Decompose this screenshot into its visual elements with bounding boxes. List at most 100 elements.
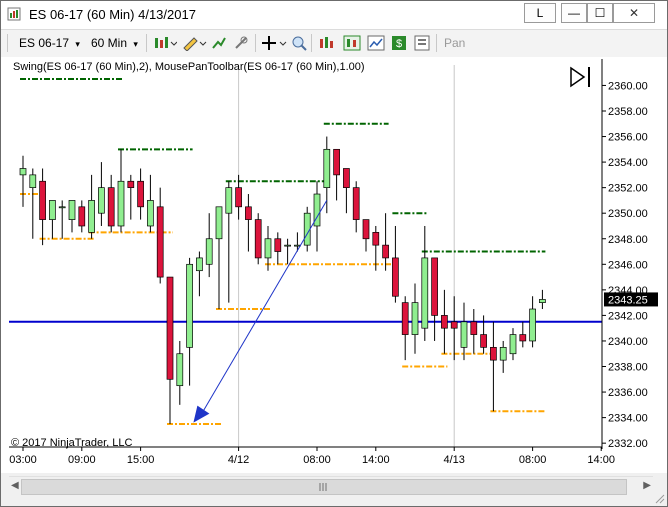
price-tick-label: 2354.00 bbox=[608, 157, 648, 169]
attach-icon[interactable] bbox=[233, 35, 249, 51]
mouse-pan-toggle-icon[interactable] bbox=[567, 65, 593, 89]
toolbar-separator bbox=[146, 34, 147, 52]
candle-body[interactable] bbox=[519, 334, 527, 342]
strategies-icon[interactable] bbox=[318, 35, 336, 51]
candle-body[interactable] bbox=[509, 334, 517, 355]
candle-body[interactable] bbox=[58, 206, 66, 209]
title-bar[interactable]: ES 06-17 (60 Min) 4/13/2017 L — ☐ ✕ bbox=[1, 1, 667, 29]
candle-body[interactable] bbox=[421, 257, 429, 329]
pan-button[interactable]: Pan bbox=[444, 35, 465, 51]
candle-body[interactable] bbox=[166, 276, 174, 380]
time-tick-label: 08:00 bbox=[303, 454, 331, 466]
crosshair-icon[interactable] bbox=[261, 35, 287, 51]
properties-icon[interactable] bbox=[413, 35, 431, 51]
candle-body[interactable] bbox=[539, 299, 546, 303]
price-tick-label: 2342.00 bbox=[608, 310, 648, 322]
indicator-icon[interactable] bbox=[211, 35, 227, 51]
candle-body[interactable] bbox=[441, 315, 448, 329]
price-chart[interactable]: 2332.00 2334.00 2336.00 2338.00 2340.00 2342.… bbox=[1, 57, 667, 473]
candle-body[interactable] bbox=[382, 244, 389, 259]
candle-body[interactable] bbox=[450, 321, 458, 329]
candle-body[interactable] bbox=[68, 200, 76, 220]
time-tick-label: 15:00 bbox=[127, 454, 155, 466]
scroll-left-icon[interactable]: ◀ bbox=[11, 480, 19, 491]
candle-body[interactable] bbox=[245, 206, 252, 220]
candle-body[interactable] bbox=[235, 187, 242, 208]
candle-body[interactable] bbox=[176, 353, 184, 387]
scroll-right-icon[interactable]: ▶ bbox=[643, 480, 651, 491]
link-button[interactable]: L bbox=[524, 3, 556, 23]
maximize-button[interactable]: ☐ bbox=[587, 3, 613, 23]
zoom-icon[interactable] bbox=[291, 35, 307, 51]
dollar-icon[interactable]: $ bbox=[390, 35, 408, 51]
interval-selector[interactable]: 60 Min ▾ bbox=[91, 35, 138, 51]
candle-body[interactable] bbox=[490, 346, 497, 361]
horizontal-scrollbar[interactable]: ◀ ▶ bbox=[9, 476, 653, 497]
instrument-selector[interactable]: ES 06-17 ▾ bbox=[19, 35, 80, 51]
candle-body[interactable] bbox=[147, 200, 154, 227]
price-tick-label: 2350.00 bbox=[608, 208, 648, 220]
toolbar-separator bbox=[436, 34, 437, 52]
candle-body[interactable] bbox=[39, 180, 46, 220]
candle-body[interactable] bbox=[323, 148, 331, 188]
draw-pencil-icon[interactable] bbox=[181, 35, 207, 51]
candle-body[interactable] bbox=[225, 187, 233, 214]
minimize-button[interactable]: — bbox=[561, 3, 587, 23]
candle-body[interactable] bbox=[274, 238, 282, 252]
candle-body[interactable] bbox=[88, 200, 95, 233]
candle-body[interactable] bbox=[411, 302, 419, 335]
candle-body[interactable] bbox=[333, 148, 340, 176]
candle-body[interactable] bbox=[215, 206, 223, 240]
toolbar-separator bbox=[255, 34, 256, 52]
candle-body[interactable] bbox=[78, 206, 86, 227]
candle-body[interactable] bbox=[49, 200, 56, 220]
candle-body[interactable] bbox=[303, 212, 311, 246]
candle-body[interactable] bbox=[480, 334, 487, 348]
candle-body[interactable] bbox=[372, 232, 380, 246]
candle-body[interactable] bbox=[156, 206, 164, 278]
candle-body[interactable] bbox=[186, 263, 193, 348]
candle-body[interactable] bbox=[392, 257, 399, 297]
instrument-label: ES 06-17 bbox=[19, 36, 70, 50]
app-icon bbox=[7, 7, 21, 21]
candle-body[interactable] bbox=[29, 174, 37, 188]
plot-area[interactable] bbox=[9, 65, 602, 447]
price-tick-label: 2332.00 bbox=[608, 438, 648, 450]
candle-body[interactable] bbox=[127, 180, 135, 188]
last-price-label: 2343.25 bbox=[608, 294, 648, 306]
chart-svg[interactable]: 2332.00 2334.00 2336.00 2338.00 2340.00 2342.… bbox=[1, 57, 667, 473]
time-tick-label: 14:00 bbox=[587, 454, 615, 466]
candle-body[interactable] bbox=[196, 257, 203, 272]
toolbar-separator bbox=[311, 34, 312, 52]
candle-body[interactable] bbox=[499, 346, 507, 361]
candle-body[interactable] bbox=[19, 168, 27, 176]
candle-body[interactable] bbox=[284, 244, 291, 247]
candle-body[interactable] bbox=[529, 308, 536, 342]
scroll-thumb[interactable] bbox=[21, 479, 627, 495]
candle-body[interactable] bbox=[352, 187, 360, 220]
chart-trader-icon[interactable] bbox=[367, 35, 385, 51]
data-box-icon[interactable] bbox=[343, 35, 361, 51]
candle-body[interactable] bbox=[362, 219, 370, 240]
bar-type-icon[interactable] bbox=[153, 35, 177, 51]
candle-body[interactable] bbox=[431, 257, 438, 316]
candle-body[interactable] bbox=[107, 187, 115, 227]
price-tick-label: 2352.00 bbox=[608, 183, 648, 195]
candle-body[interactable] bbox=[401, 302, 409, 335]
candle-body[interactable] bbox=[264, 238, 272, 259]
candle-body[interactable] bbox=[254, 219, 262, 259]
candle-body[interactable] bbox=[137, 180, 144, 208]
candle-body[interactable] bbox=[343, 168, 350, 188]
close-button[interactable]: ✕ bbox=[613, 3, 655, 23]
toolbar-grip bbox=[7, 34, 8, 52]
candle-body[interactable] bbox=[205, 238, 213, 265]
candle-body[interactable] bbox=[470, 321, 478, 335]
candle-body[interactable] bbox=[117, 180, 125, 227]
time-tick-label: 03:00 bbox=[9, 454, 37, 466]
grip-icon bbox=[319, 483, 327, 491]
candle-body[interactable] bbox=[460, 321, 468, 348]
resize-grip-icon[interactable] bbox=[653, 492, 665, 504]
price-tick-label: 2334.00 bbox=[608, 413, 648, 425]
candle-body[interactable] bbox=[98, 187, 105, 214]
window-title: ES 06-17 (60 Min) 4/13/2017 bbox=[29, 7, 196, 22]
